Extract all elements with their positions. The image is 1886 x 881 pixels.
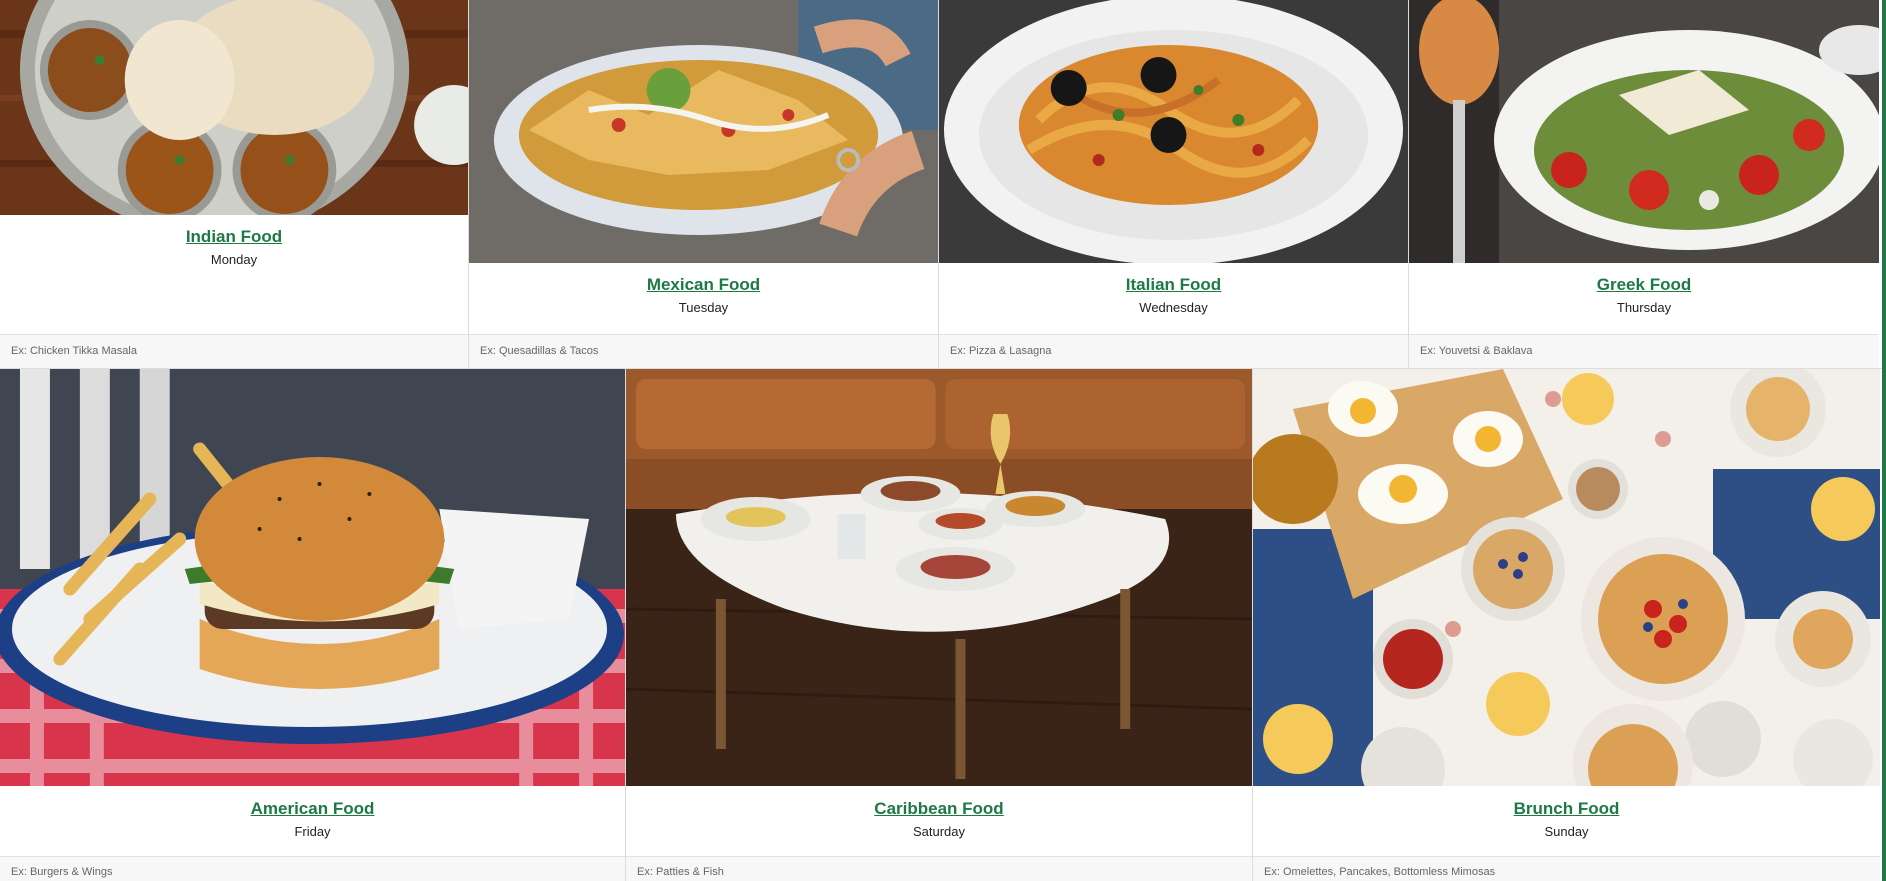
card-footer-example: Ex: Omelettes, Pancakes, Bottomless Mimo… <box>1253 856 1880 881</box>
card-title-link[interactable]: Greek Food <box>1597 275 1691 295</box>
brunch-food-image[interactable] <box>1253 369 1880 786</box>
american-food-image[interactable] <box>0 369 625 786</box>
card-caribbean: Caribbean Food Saturday Ex: Patties & Fi… <box>626 369 1253 881</box>
card-italian: Italian Food Wednesday Ex: Pizza & Lasag… <box>939 0 1409 368</box>
card-footer-example: Ex: Quesadillas & Tacos <box>469 334 938 368</box>
caribbean-food-image[interactable] <box>626 369 1252 786</box>
card-brunch: Brunch Food Sunday Ex: Omelettes, Pancak… <box>1253 369 1880 881</box>
card-day-label: Monday <box>210 252 258 267</box>
card-footer-example: Ex: Youvetsi & Baklava <box>1409 334 1879 368</box>
card-row-2: American Food Friday Ex: Burgers & Wings <box>0 368 1882 881</box>
card-title-link[interactable]: Indian Food <box>186 227 282 247</box>
card-footer-example: Ex: Patties & Fish <box>626 856 1252 881</box>
card-day-label: Friday <box>294 824 331 839</box>
indian-food-image[interactable] <box>0 0 468 215</box>
food-week-page: Indian Food Monday Ex: Chicken Tikka Mas… <box>0 0 1886 881</box>
card-footer-example: Ex: Burgers & Wings <box>0 856 625 881</box>
card-title-link[interactable]: Italian Food <box>1126 275 1221 295</box>
card-greek: Greek Food Thursday Ex: Youvetsi & Bakla… <box>1409 0 1879 368</box>
card-american: American Food Friday Ex: Burgers & Wings <box>0 369 626 881</box>
card-title-link[interactable]: American Food <box>251 799 375 819</box>
mexican-food-image[interactable] <box>469 0 938 263</box>
greek-food-image[interactable] <box>1409 0 1879 263</box>
card-footer-example: Ex: Chicken Tikka Masala <box>0 334 468 368</box>
italian-food-image[interactable] <box>939 0 1408 263</box>
card-day-label: Thursday <box>1616 300 1672 315</box>
card-title-link[interactable]: Mexican Food <box>647 275 760 295</box>
card-day-label: Sunday <box>1544 824 1589 839</box>
card-day-label: Saturday <box>912 824 966 839</box>
card-row-1: Indian Food Monday Ex: Chicken Tikka Mas… <box>0 0 1882 368</box>
card-title-link[interactable]: Caribbean Food <box>874 799 1003 819</box>
card-indian: Indian Food Monday Ex: Chicken Tikka Mas… <box>0 0 469 368</box>
card-footer-example: Ex: Pizza & Lasagna <box>939 334 1408 368</box>
card-day-label: Tuesday <box>678 300 729 315</box>
card-day-label: Wednesday <box>1139 300 1208 315</box>
right-edge-accent <box>1882 0 1886 881</box>
card-mexican: Mexican Food Tuesday Ex: Quesadillas & T… <box>469 0 939 368</box>
card-title-link[interactable]: Brunch Food <box>1514 799 1620 819</box>
